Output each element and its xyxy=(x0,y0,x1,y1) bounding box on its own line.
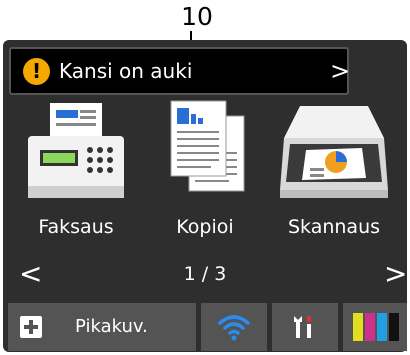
shortcuts-button[interactable]: Pikakuv. xyxy=(8,303,196,351)
shortcuts-label: Pikakuv. xyxy=(75,316,148,337)
tools-icon xyxy=(294,316,311,338)
error-message-text: Kansi on auki xyxy=(59,59,193,83)
settings-button[interactable] xyxy=(272,303,338,351)
app-label: Faksaus xyxy=(38,216,114,238)
app-copy[interactable]: Kopioi xyxy=(139,98,271,258)
page-indicator: 1 / 3 xyxy=(183,263,227,285)
app-fax[interactable]: Faksaus xyxy=(10,98,142,258)
callout-number: 10 xyxy=(181,2,213,31)
app-label: Skannaus xyxy=(287,216,381,238)
plus-icon xyxy=(20,316,42,338)
page-navigation: < 1 / 3 > xyxy=(3,258,407,290)
ink-status-button[interactable] xyxy=(343,303,407,351)
scan-icon xyxy=(280,106,388,198)
app-scan[interactable]: Skannaus xyxy=(268,98,400,258)
copy-icon xyxy=(170,100,245,192)
app-label: Kopioi xyxy=(176,216,234,238)
warning-icon: ! xyxy=(23,58,50,85)
chevron-right-icon: > xyxy=(330,57,351,85)
ink-level-icon xyxy=(353,313,399,341)
error-message-bar[interactable]: ! Kansi on auki > xyxy=(9,47,351,95)
fax-icon xyxy=(28,103,124,198)
wifi-button[interactable] xyxy=(201,303,267,351)
wifi-icon xyxy=(218,315,250,341)
chevron-right-icon[interactable]: > xyxy=(384,258,407,290)
